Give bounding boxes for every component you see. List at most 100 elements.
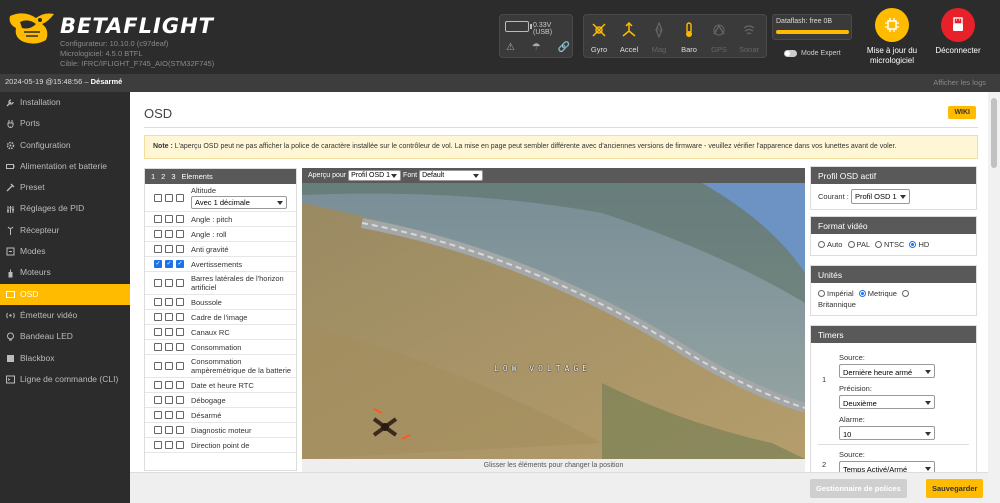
element-checkbox-profile-1[interactable] bbox=[154, 381, 162, 389]
radio-metric[interactable] bbox=[858, 290, 866, 297]
element-row: Barres latérales de l'horizon artificiel bbox=[145, 272, 296, 295]
battery-icon bbox=[505, 21, 532, 32]
element-checkbox-profile-1[interactable] bbox=[154, 193, 162, 202]
element-checkbox-profile-3[interactable] bbox=[176, 343, 184, 351]
brand-title: BETAFLIGHT bbox=[60, 14, 214, 38]
radio-imperial[interactable] bbox=[818, 290, 825, 297]
element-checkbox-profile-2[interactable] bbox=[165, 441, 173, 449]
element-checkbox-profile-1[interactable] bbox=[154, 279, 162, 287]
element-checkbox-profile-1[interactable] bbox=[154, 298, 162, 306]
radio-british[interactable] bbox=[902, 290, 910, 297]
sidebar-item-osd[interactable]: OSD bbox=[0, 283, 130, 305]
element-checkbox-profile-1[interactable] bbox=[154, 245, 162, 253]
element-checkbox-profile-2[interactable] bbox=[165, 396, 173, 404]
radio-ntsc[interactable] bbox=[874, 241, 882, 248]
sidebar-item-led[interactable]: Bandeau LED bbox=[0, 326, 130, 347]
sidebar-item-pid[interactable]: Réglages de PID bbox=[0, 198, 130, 219]
element-checkbox-profile-2[interactable] bbox=[165, 411, 173, 419]
timer-1-precision-select[interactable]: Deuxième bbox=[839, 395, 935, 409]
sidebar-item-installation[interactable]: Installation bbox=[0, 92, 130, 113]
element-row: Diagnostic moteur bbox=[145, 423, 296, 438]
expert-mode-switch[interactable] bbox=[784, 50, 797, 57]
element-checkbox-profile-3[interactable] bbox=[176, 362, 184, 370]
show-logs-link[interactable]: Afficher les logs bbox=[933, 78, 986, 87]
element-checkbox-profile-3[interactable] bbox=[176, 298, 184, 306]
sidebar-item-power[interactable]: Alimentation et batterie bbox=[0, 156, 130, 177]
sidebar-item-vtx[interactable]: Émetteur vidéo bbox=[0, 305, 130, 326]
sidebar-item-cli[interactable]: Ligne de commande (CLI) bbox=[0, 369, 130, 390]
element-checkbox-profile-2[interactable] bbox=[165, 193, 173, 202]
element-label-text: Diagnostic moteur bbox=[191, 425, 252, 435]
element-checkbox-profile-3[interactable] bbox=[176, 411, 184, 419]
element-checkbox-profile-3[interactable] bbox=[176, 245, 184, 253]
font-manager-button[interactable]: Gestionnaire de polices bbox=[810, 479, 907, 498]
element-checkbox-profile-2[interactable] bbox=[165, 381, 173, 389]
preview-toolbar: Aperçu pour Profil OSD 1 Font Default bbox=[302, 168, 805, 183]
element-checkbox-profile-2[interactable] bbox=[165, 230, 173, 238]
preview-profile-select[interactable]: Profil OSD 1 bbox=[348, 170, 402, 181]
radio-hd[interactable] bbox=[909, 241, 917, 248]
element-checkbox-profile-2[interactable] bbox=[165, 343, 173, 351]
timer-1-source-select[interactable]: Dernière heure armé bbox=[839, 364, 935, 378]
profile-tab-2[interactable]: 2 bbox=[161, 172, 165, 181]
element-checkbox-profile-3[interactable] bbox=[176, 381, 184, 389]
element-checkbox-profile-3[interactable]: ✓ bbox=[176, 260, 184, 268]
sidebar-item-preset[interactable]: Preset bbox=[0, 177, 130, 198]
element-checkbox-profile-1[interactable] bbox=[154, 411, 162, 419]
current-profile-select[interactable]: Profil OSD 1 bbox=[850, 189, 910, 204]
disconnect-button[interactable]: Déconnecter bbox=[922, 8, 994, 56]
element-checkbox-profile-3[interactable] bbox=[176, 396, 184, 404]
font-select[interactable]: Default bbox=[419, 170, 484, 181]
element-checkbox-profile-3[interactable] bbox=[176, 230, 184, 238]
element-checkbox-profile-2[interactable] bbox=[165, 215, 173, 223]
configurator-version: Configurateur: 10.10.0 (c97deaf) bbox=[60, 39, 169, 48]
expert-mode-toggle[interactable]: Mode Expert bbox=[784, 50, 841, 57]
element-checkbox-profile-1[interactable] bbox=[154, 215, 162, 223]
element-checkbox-profile-3[interactable] bbox=[176, 193, 184, 202]
sidebar-item-motors[interactable]: Moteurs bbox=[0, 262, 130, 283]
element-checkbox-profile-3[interactable] bbox=[176, 313, 184, 321]
element-checkbox-profile-2[interactable] bbox=[165, 298, 173, 306]
sidebar-item-ports[interactable]: Ports bbox=[0, 113, 130, 134]
element-checkbox-profile-3[interactable] bbox=[176, 426, 184, 434]
element-checkbox-profile-1[interactable] bbox=[154, 441, 162, 449]
element-checkbox-profile-2[interactable] bbox=[165, 328, 173, 336]
timer-divider bbox=[818, 444, 969, 445]
radio-auto[interactable] bbox=[818, 241, 825, 248]
profile-tab-3[interactable]: 3 bbox=[171, 172, 175, 181]
element-checkbox-profile-3[interactable] bbox=[176, 279, 184, 287]
profile-tab-1[interactable]: 1 bbox=[151, 172, 155, 181]
update-firmware-button[interactable]: Mise à jour du micrologiciel bbox=[856, 8, 928, 66]
wiki-button[interactable]: WIKI bbox=[948, 106, 976, 119]
element-checkbox-profile-2[interactable]: ✓ bbox=[165, 260, 173, 268]
main-scrollbar[interactable] bbox=[988, 92, 1000, 503]
element-checkbox-profile-1[interactable]: ✓ bbox=[154, 260, 162, 268]
radio-pal[interactable] bbox=[847, 241, 855, 248]
altitude-precision-select[interactable]: Avec 1 décimale bbox=[191, 196, 287, 209]
save-button[interactable]: Sauvegarder bbox=[926, 479, 984, 498]
osd-warning-text[interactable]: LOW VOLTAGE bbox=[494, 364, 591, 373]
element-checkbox-profile-2[interactable] bbox=[165, 313, 173, 321]
timers-body: 1 Source: Dernière heure armé Précision:… bbox=[811, 343, 976, 477]
element-checkbox-profile-2[interactable] bbox=[165, 426, 173, 434]
scrollbar-thumb[interactable] bbox=[991, 98, 997, 168]
element-checkbox-profile-1[interactable] bbox=[154, 362, 162, 370]
element-checkbox-profile-1[interactable] bbox=[154, 328, 162, 336]
element-checkbox-profile-1[interactable] bbox=[154, 343, 162, 351]
sidebar-item-receiver[interactable]: Récepteur bbox=[0, 220, 130, 241]
sidebar-item-modes[interactable]: Modes bbox=[0, 241, 130, 262]
element-row: Désarmé bbox=[145, 408, 296, 423]
element-checkbox-profile-1[interactable] bbox=[154, 230, 162, 238]
element-checkbox-profile-2[interactable] bbox=[165, 362, 173, 370]
element-checkbox-profile-2[interactable] bbox=[165, 245, 173, 253]
element-checkbox-profile-3[interactable] bbox=[176, 441, 184, 449]
element-checkbox-profile-1[interactable] bbox=[154, 426, 162, 434]
element-checkbox-profile-1[interactable] bbox=[154, 313, 162, 321]
element-checkbox-profile-3[interactable] bbox=[176, 328, 184, 336]
element-checkbox-profile-1[interactable] bbox=[154, 396, 162, 404]
element-checkbox-profile-3[interactable] bbox=[176, 215, 184, 223]
element-checkbox-profile-2[interactable] bbox=[165, 279, 173, 287]
timer-1-alarm-input[interactable]: 10 bbox=[839, 426, 935, 440]
sidebar-item-blackbox[interactable]: Blackbox bbox=[0, 348, 130, 369]
sidebar-item-configuration[interactable]: Configuration bbox=[0, 135, 130, 156]
